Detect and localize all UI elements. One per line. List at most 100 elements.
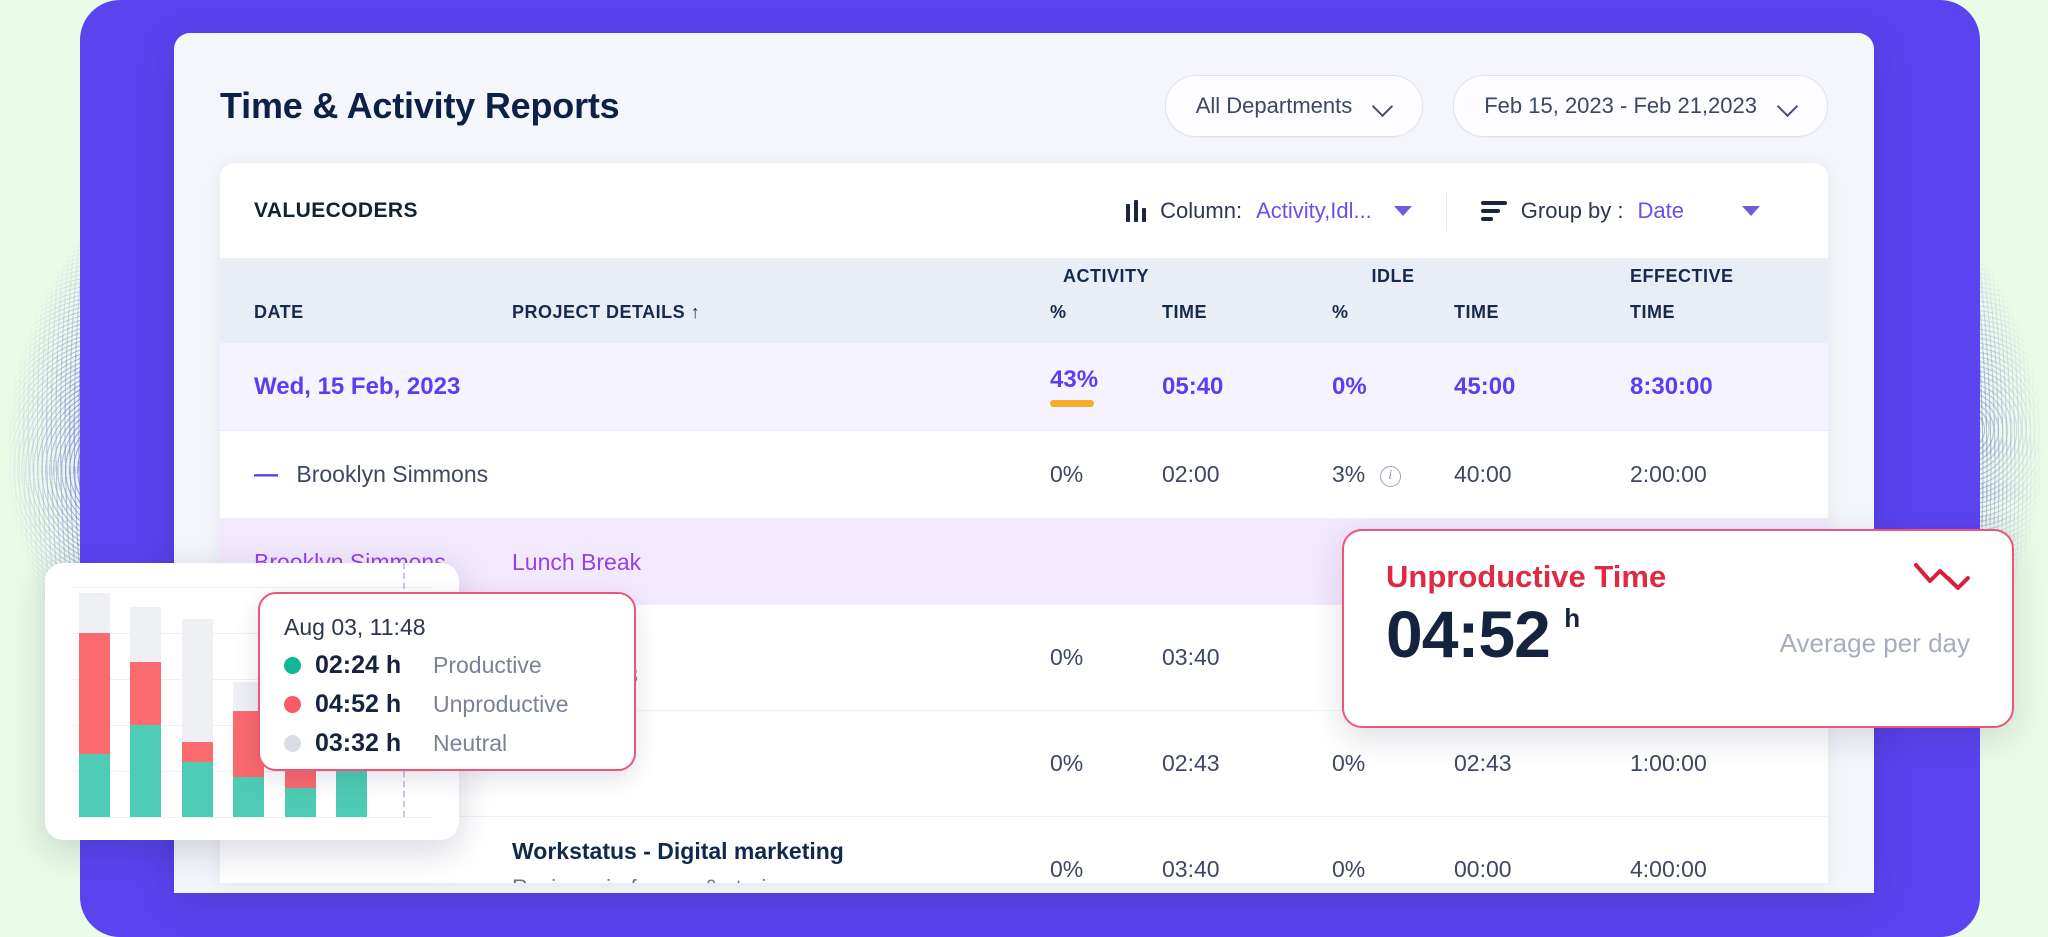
kpi-subtitle: Average per day [1780, 628, 1970, 667]
chart-bar-segment-neutral [182, 619, 213, 743]
trend-down-icon [1912, 559, 1970, 593]
tooltip-entry-unproductive: 04:52 h Unproductive [284, 690, 610, 719]
tooltip-entry-productive: 02:24 h Productive [284, 651, 610, 680]
cell-activity-time: 02:43 [1162, 750, 1332, 777]
column-group-effective: EFFECTIVE [1630, 266, 1734, 287]
chevron-down-icon [1374, 97, 1392, 115]
page-title: Time & Activity Reports [220, 85, 620, 127]
unproductive-time-card: Unproductive Time 04:52 h Average per da… [1342, 529, 2014, 728]
toolbar-controls: Column: Activity,Idl... Group by : Date [1092, 191, 1794, 231]
chart-bar-segment-productive [336, 771, 367, 817]
collapse-dash-icon[interactable]: — [254, 461, 278, 488]
column-header-idle-pct-label: % [1332, 302, 1349, 322]
chart-bar[interactable] [182, 619, 213, 817]
activity-pct-bar [1050, 400, 1094, 407]
column-selector[interactable]: Column: Activity,Idl... [1092, 198, 1446, 224]
column-header-date[interactable]: DATE [254, 302, 512, 343]
info-icon[interactable]: i [1380, 466, 1401, 487]
column-header-project-details[interactable]: PROJECT DETAILS ↑ [512, 302, 1050, 343]
cell-idle-time: 45:00 [1454, 373, 1630, 401]
screenshot-root: Time & Activity Reports All Departments … [0, 0, 2048, 937]
cell-activity-time: 02:00 [1162, 461, 1332, 488]
sort-ascending-icon: ↑ [691, 302, 701, 322]
column-header-idle-pct[interactable]: IDLE % [1332, 302, 1454, 343]
chart-bar[interactable] [79, 593, 110, 817]
project-title: Workstatus - Digital marketing [512, 838, 1050, 865]
kpi-body: 04:52 h Average per day [1386, 601, 1970, 667]
report-table-card: VALUECODERS Column: Activity,Idl... Grou… [220, 163, 1828, 883]
chart-bar-segment-unproductive [130, 662, 161, 725]
cell-effective-time: 4:00:00 [1630, 856, 1794, 883]
column-header-effective-time[interactable]: EFFECTIVE TIME [1630, 302, 1794, 343]
date-range-value: Feb 15, 2023 - Feb 21,2023 [1484, 93, 1757, 119]
chart-bar[interactable] [336, 771, 367, 817]
cell-activity-pct: 43% [1050, 366, 1162, 407]
cell-idle-pct: 0% [1332, 856, 1454, 883]
department-filter-value: All Departments [1196, 93, 1353, 119]
chart-bar-segment-productive [130, 725, 161, 817]
group-by-selector[interactable]: Group by : Date [1447, 198, 1794, 224]
chart-bar[interactable] [285, 765, 316, 817]
kpi-value-wrap: 04:52 h [1386, 601, 1580, 667]
table-toolbar: VALUECODERS Column: Activity,Idl... Grou… [220, 163, 1828, 259]
chart-gridline [73, 817, 433, 818]
cell-idle-pct: 0% [1332, 373, 1454, 401]
kpi-value: 04:52 [1386, 597, 1550, 671]
tooltip-productive-label: Productive [433, 652, 542, 679]
column-header-effective-time-label: TIME [1630, 302, 1675, 322]
cell-activity-pct: 0% [1050, 750, 1162, 777]
cell-idle-time: 40:00 [1454, 461, 1630, 488]
chart-bar-segment-productive [79, 754, 110, 817]
panel-header: Time & Activity Reports All Departments … [174, 33, 1874, 163]
neutral-dot-icon [284, 735, 301, 752]
column-header-activity-pct-label: % [1050, 302, 1067, 322]
column-header-activity-time[interactable]: TIME [1162, 302, 1332, 343]
cell-member: — Brooklyn Simmons [254, 461, 512, 489]
column-group-idle: IDLE [1371, 266, 1414, 287]
cell-activity-time: 05:40 [1162, 373, 1332, 401]
department-filter-dropdown[interactable]: All Departments [1165, 75, 1424, 137]
tooltip-productive-value: 02:24 h [315, 651, 419, 680]
column-header-activity-pct[interactable]: ACTIVITY % [1050, 302, 1162, 343]
chevron-down-icon [1742, 206, 1760, 216]
cell-idle-time: 00:00 [1454, 856, 1630, 883]
tooltip-entry-neutral: 03:32 h Neutral [284, 729, 610, 758]
column-value: Activity,Idl... [1256, 198, 1372, 224]
tooltip-unproductive-label: Unproductive [433, 691, 569, 718]
cell-project: Workstatus - Digital marketing Review wi… [512, 838, 1050, 883]
group-by-label: Group by : [1521, 198, 1624, 224]
chart-tooltip: Aug 03, 11:48 02:24 h Productive 04:52 h… [258, 592, 636, 771]
cell-date: Wed, 15 Feb, 2023 [254, 373, 512, 401]
chart-bar[interactable] [130, 607, 161, 817]
tooltip-unproductive-value: 04:52 h [315, 690, 419, 719]
kpi-title: Unproductive Time [1386, 559, 1666, 595]
tooltip-neutral-label: Neutral [433, 730, 507, 757]
chart-bar-segment-unproductive [79, 633, 110, 754]
chart-bar-segment-productive [182, 762, 213, 817]
cell-idle-time: 02:43 [1454, 750, 1630, 777]
unproductive-dot-icon [284, 696, 301, 713]
cell-activity-pct: 0% [1050, 644, 1162, 671]
column-header-project-details-label: PROJECT DETAILS [512, 302, 685, 322]
cell-project: Lunch Break [512, 549, 1050, 576]
tooltip-neutral-value: 03:32 h [315, 729, 419, 758]
chart-bar-segment-unproductive [182, 742, 213, 762]
table-row[interactable]: — Brooklyn Simmons 0% 02:00 3% i 40:00 2… [220, 431, 1828, 519]
header-controls: All Departments Feb 15, 2023 - Feb 21,20… [1165, 75, 1828, 137]
kpi-header: Unproductive Time [1386, 559, 1970, 595]
column-group-activity: ACTIVITY [1063, 266, 1149, 287]
cell-idle-pct: 0% [1332, 750, 1454, 777]
cell-activity-pct: 0% [1050, 856, 1162, 883]
date-range-dropdown[interactable]: Feb 15, 2023 - Feb 21,2023 [1453, 75, 1828, 137]
columns-icon [1126, 200, 1146, 222]
table-row[interactable]: Workstatus - Digital marketing Review wi… [220, 817, 1828, 883]
tooltip-date: Aug 03, 11:48 [284, 614, 610, 641]
chart-bar-segment-neutral [130, 607, 161, 662]
table-row[interactable]: Wed, 15 Feb, 2023 43% 05:40 0% 45:00 8:3… [220, 343, 1828, 431]
cell-idle-pct: 3% i [1332, 461, 1454, 488]
chart-gridline [73, 587, 433, 588]
idle-pct-value: 3% [1332, 461, 1365, 487]
kpi-unit: h [1564, 603, 1580, 633]
project-subtitle: Review wireframes & stories [512, 875, 1050, 883]
column-header-idle-time[interactable]: TIME [1454, 302, 1630, 343]
